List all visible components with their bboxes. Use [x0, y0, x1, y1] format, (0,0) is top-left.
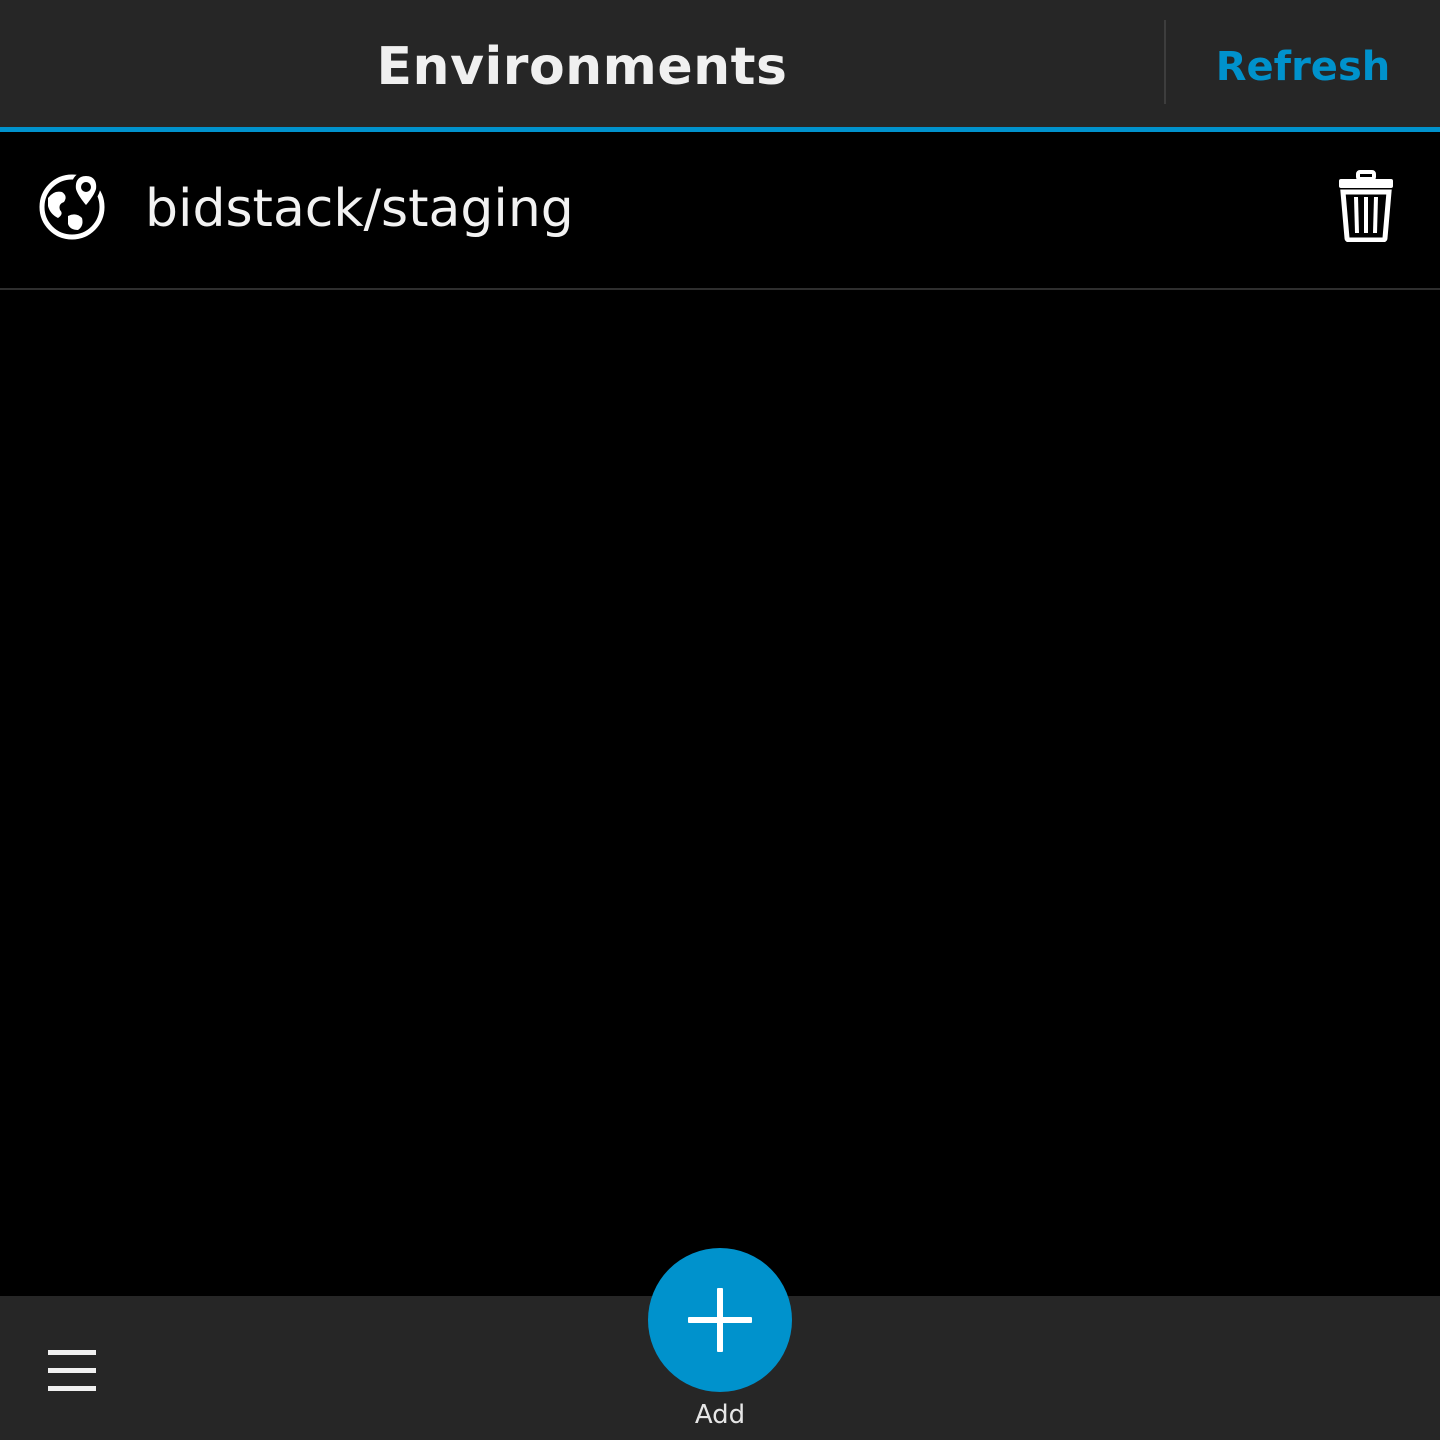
- list-item[interactable]: bidstack/staging: [0, 132, 1440, 290]
- hamburger-menu-icon[interactable]: [30, 1332, 114, 1416]
- add-button-label: Add: [694, 1400, 746, 1430]
- page-title: Environments: [376, 37, 788, 97]
- globe-location-icon: [39, 171, 105, 240]
- trash-icon[interactable]: [1336, 170, 1396, 242]
- add-button[interactable]: [648, 1248, 792, 1392]
- environment-label: bidstack/staging: [145, 179, 574, 239]
- refresh-button[interactable]: Refresh: [1166, 0, 1440, 127]
- environment-list: bidstack/staging: [0, 132, 1440, 290]
- title-bar: Environments Refresh: [0, 0, 1440, 127]
